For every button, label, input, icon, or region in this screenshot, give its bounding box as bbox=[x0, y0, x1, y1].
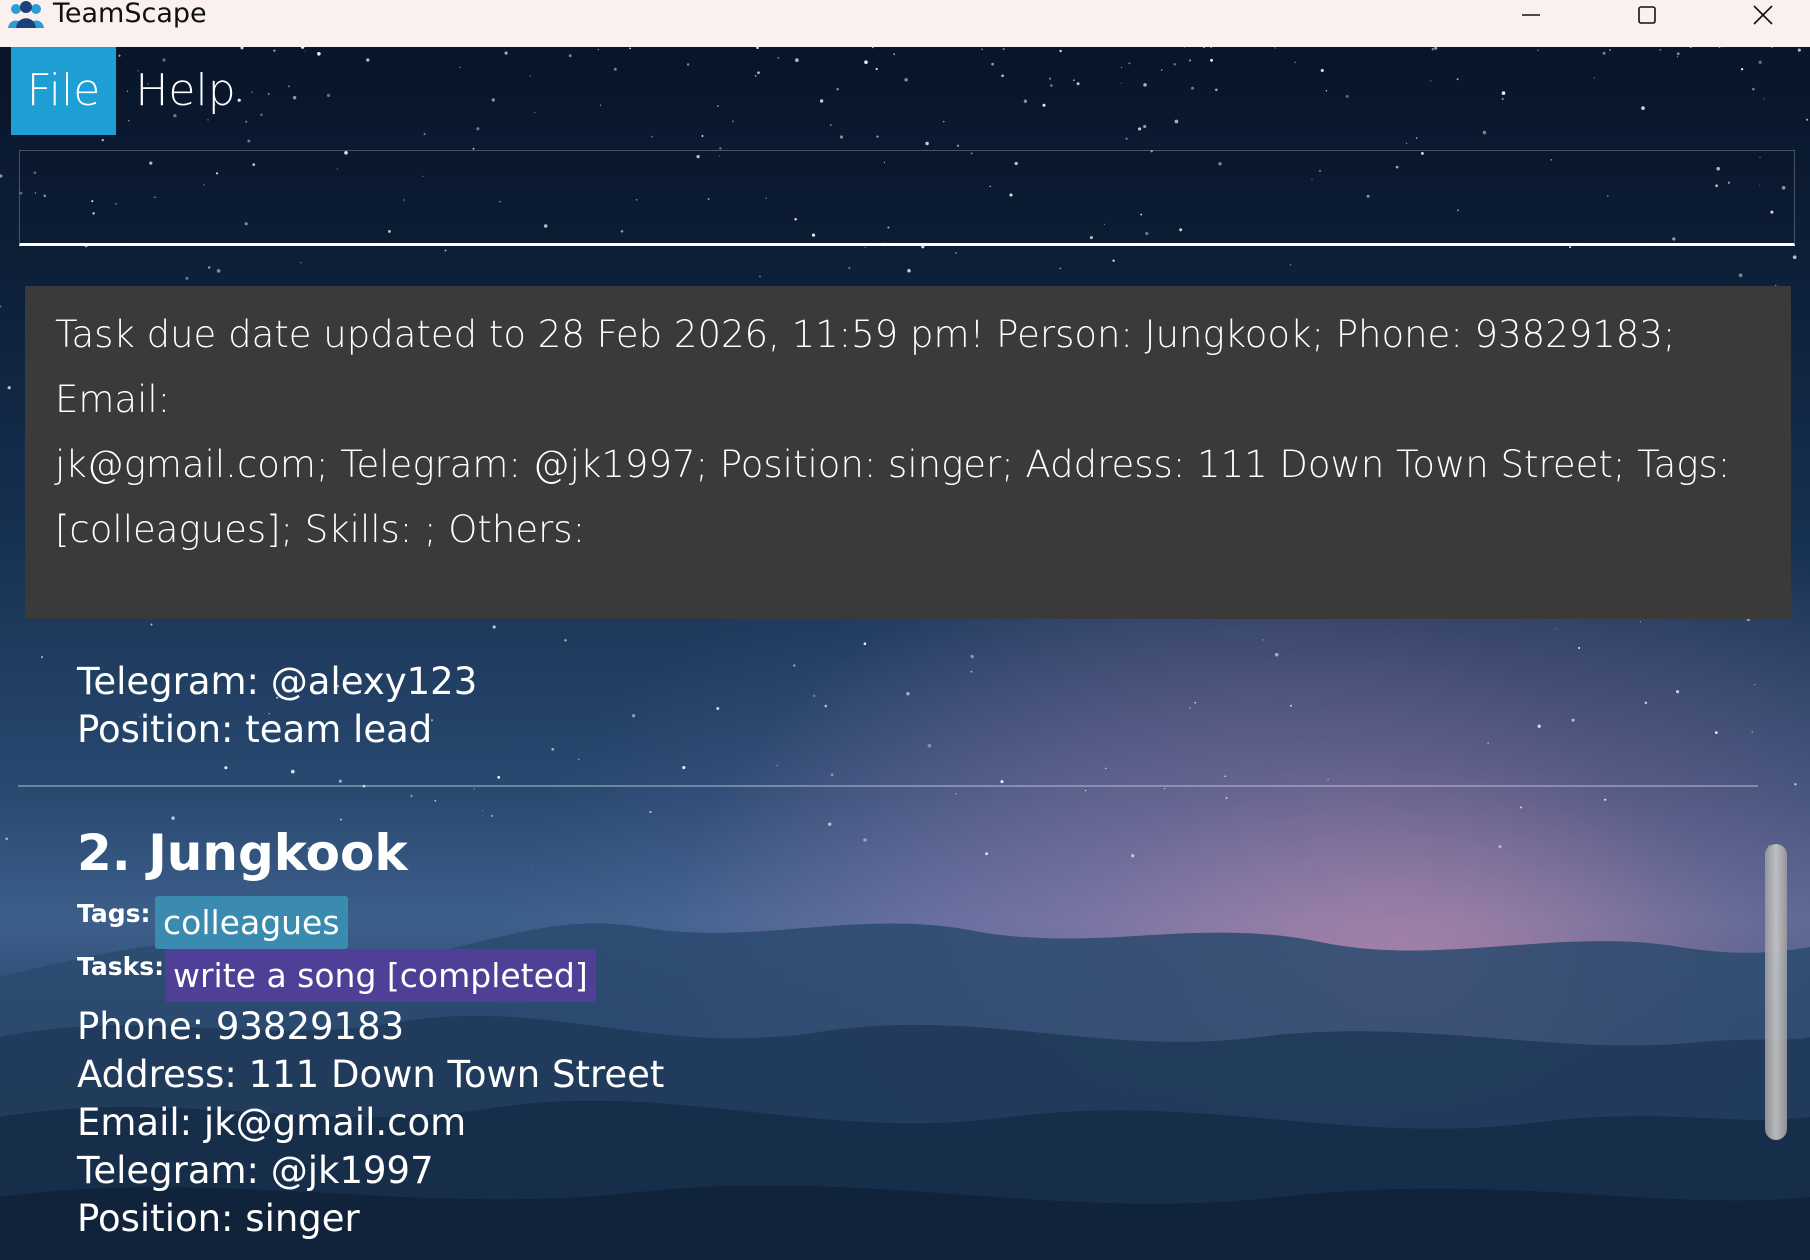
result-line-3: [colleagues]; Skills: ; Others: bbox=[55, 508, 586, 551]
person-list[interactable]: Telegram: @alexy123 Position: team lead … bbox=[18, 640, 1758, 1260]
person-email: Email: jk@gmail.com bbox=[77, 1101, 467, 1144]
person-address: Address: 111 Down Town Street bbox=[77, 1053, 665, 1096]
person-telegram: Telegram: @alexy123 bbox=[77, 660, 478, 703]
maximize-button[interactable] bbox=[1617, 0, 1677, 30]
person-position: Position: singer bbox=[77, 1197, 360, 1240]
close-button[interactable] bbox=[1733, 0, 1793, 30]
result-line-1: Task due date updated to 28 Feb 2026, 11… bbox=[55, 313, 1676, 421]
teamscape-window: TeamScape File Help Task due date update… bbox=[0, 0, 1810, 1260]
person-telegram: Telegram: @jk1997 bbox=[77, 1149, 434, 1192]
menu-help[interactable]: Help bbox=[128, 47, 243, 135]
list-scrollbar[interactable] bbox=[1765, 844, 1787, 1140]
tags-label: Tags: bbox=[77, 899, 151, 928]
result-line-2: jk@gmail.com; Telegram: @jk1997; Positio… bbox=[55, 443, 1731, 486]
person-name: 2. Jungkook bbox=[77, 824, 408, 882]
tag-chip: colleagues bbox=[155, 896, 348, 949]
minimize-icon bbox=[1522, 14, 1540, 16]
card-divider bbox=[18, 785, 1758, 787]
list-item-previous[interactable]: Telegram: @alexy123 Position: team lead bbox=[77, 658, 477, 754]
team-logo-icon bbox=[8, 1, 44, 28]
person-position: Position: team lead bbox=[77, 708, 433, 751]
maximize-icon bbox=[1638, 6, 1656, 24]
result-display: Task due date updated to 28 Feb 2026, 11… bbox=[25, 286, 1791, 619]
command-input[interactable] bbox=[19, 150, 1795, 246]
window-title: TeamScape bbox=[53, 0, 207, 29]
tasks-label: Tasks: bbox=[77, 952, 165, 981]
close-icon bbox=[1753, 5, 1773, 25]
title-bar: TeamScape bbox=[0, 0, 1810, 47]
menu-file[interactable]: File bbox=[11, 47, 116, 135]
minimize-button[interactable] bbox=[1501, 0, 1561, 30]
person-phone: Phone: 93829183 bbox=[77, 1005, 405, 1048]
task-chip: write a song [completed] bbox=[165, 949, 596, 1002]
